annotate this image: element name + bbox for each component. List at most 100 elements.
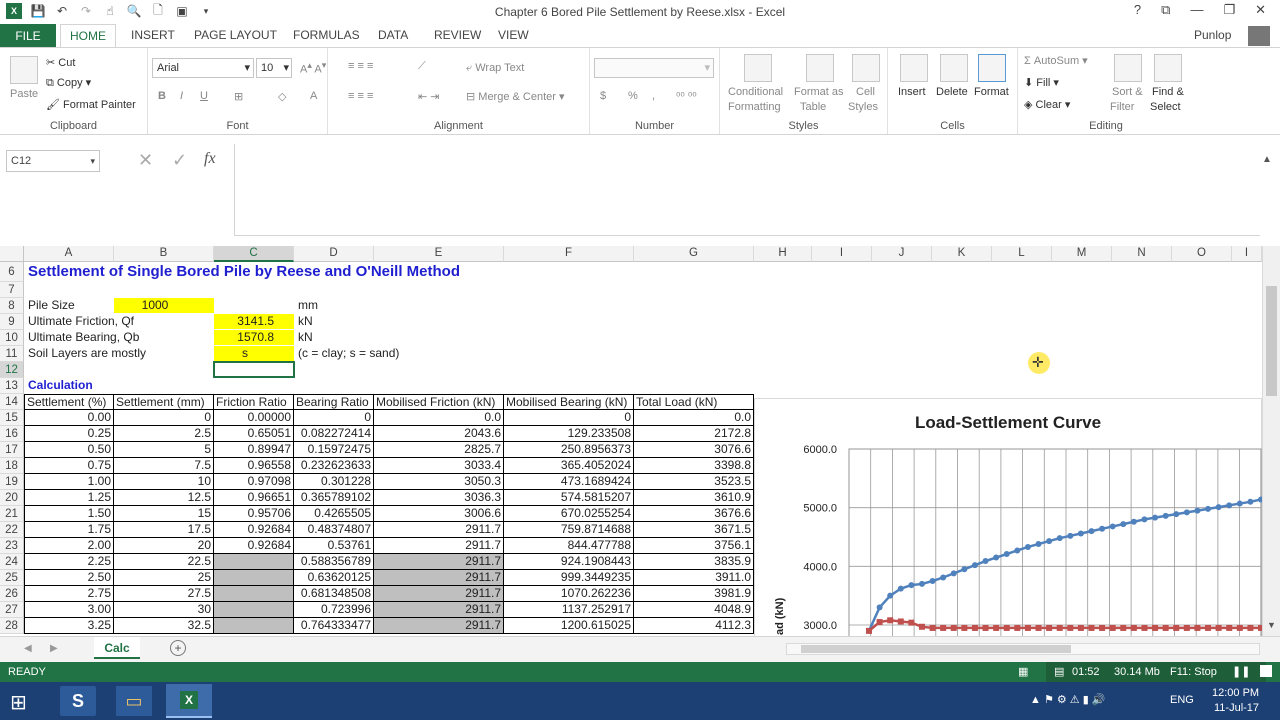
- cancel-icon[interactable]: ✕: [138, 150, 153, 171]
- table-cell-a[interactable]: 2.50: [24, 570, 114, 586]
- table-cell-a[interactable]: 2.75: [24, 586, 114, 602]
- table-cell-b[interactable]: 10: [114, 474, 214, 490]
- align-top-icon[interactable]: ≡ ≡ ≡: [348, 60, 373, 72]
- row-header[interactable]: 20: [0, 490, 24, 506]
- horizontal-scrollbar[interactable]: [786, 643, 1260, 655]
- table-cell-f[interactable]: 0: [504, 410, 634, 426]
- table-cell-b[interactable]: 5: [114, 442, 214, 458]
- table-cell-f[interactable]: 365.4052024: [504, 458, 634, 474]
- table-cell-c[interactable]: [214, 586, 294, 602]
- table-cell-g[interactable]: 3671.5: [634, 522, 754, 538]
- table-cell-g[interactable]: 3076.6: [634, 442, 754, 458]
- table-cell-c[interactable]: 0.65051: [214, 426, 294, 442]
- table-cell-g[interactable]: 3523.5: [634, 474, 754, 490]
- row-header[interactable]: 7: [0, 282, 24, 298]
- row-header[interactable]: 15: [0, 410, 24, 426]
- ribbon-display-button[interactable]: ⧉: [1161, 2, 1170, 18]
- sheet-tab-calc[interactable]: Calc: [94, 637, 140, 659]
- indent-icon[interactable]: ⇤ ⇥: [418, 90, 440, 103]
- tab-insert[interactable]: INSERT: [131, 28, 175, 42]
- pause-icon[interactable]: ❚❚: [1232, 665, 1250, 678]
- row-header[interactable]: 23: [0, 538, 24, 554]
- row-header[interactable]: 19: [0, 474, 24, 490]
- table-cell-e[interactable]: 2911.7: [374, 602, 504, 618]
- table-cell-f[interactable]: 250.8956373: [504, 442, 634, 458]
- orientation-icon[interactable]: ⟋: [418, 60, 426, 73]
- table-cell-a[interactable]: 0.50: [24, 442, 114, 458]
- table-cell-d[interactable]: 0.681348508: [294, 586, 374, 602]
- align-left-icon[interactable]: ≡ ≡ ≡: [348, 90, 373, 102]
- row-header[interactable]: 28: [0, 618, 24, 634]
- column-header[interactable]: O: [1172, 246, 1232, 262]
- table-cell-d[interactable]: 0.232623633: [294, 458, 374, 474]
- table-cell-d[interactable]: 0.365789102: [294, 490, 374, 506]
- table-cell-g[interactable]: 3610.9: [634, 490, 754, 506]
- clock-date[interactable]: 11-Jul-17: [1214, 702, 1259, 714]
- table-cell-g[interactable]: 0.0: [634, 410, 754, 426]
- row-header[interactable]: 25: [0, 570, 24, 586]
- table-cell-g[interactable]: 3835.9: [634, 554, 754, 570]
- column-header[interactable]: B: [114, 246, 214, 262]
- insert-button[interactable]: Insert: [898, 86, 926, 98]
- row-header[interactable]: 21: [0, 506, 24, 522]
- table-cell-g[interactable]: 3756.1: [634, 538, 754, 554]
- row-header[interactable]: 26: [0, 586, 24, 602]
- table-cell-b[interactable]: 12.5: [114, 490, 214, 506]
- borders-icon[interactable]: ⊞: [234, 90, 243, 103]
- table-cell-b[interactable]: 17.5: [114, 522, 214, 538]
- format-painter-button[interactable]: 🖌 Format Painter: [46, 98, 136, 111]
- tab-data[interactable]: DATA: [378, 28, 408, 42]
- italic-button[interactable]: I: [180, 90, 183, 102]
- wrap-text-button[interactable]: ⤶ Wrap Text: [466, 62, 524, 75]
- minimize-button[interactable]: —: [1190, 2, 1203, 18]
- table-cell-a[interactable]: 1.00: [24, 474, 114, 490]
- font-name-combo[interactable]: Arial ▾: [152, 58, 254, 78]
- bold-button[interactable]: B: [158, 90, 166, 102]
- paste-button[interactable]: Paste: [10, 88, 38, 100]
- row-header[interactable]: 16: [0, 426, 24, 442]
- currency-button[interactable]: $: [600, 90, 606, 102]
- table-cell-b[interactable]: 2.5: [114, 426, 214, 442]
- table-cell-e[interactable]: 2911.7: [374, 586, 504, 602]
- next-sheet-icon[interactable]: ▶: [50, 643, 58, 654]
- stop-icon[interactable]: [1260, 665, 1272, 677]
- table-cell-g[interactable]: 3398.8: [634, 458, 754, 474]
- row-header[interactable]: 6: [0, 262, 24, 282]
- row-header[interactable]: 14: [0, 394, 24, 410]
- windows-start-icon[interactable]: ⊞: [10, 690, 27, 715]
- table-cell-e[interactable]: 2911.7: [374, 554, 504, 570]
- table-cell-e[interactable]: 0.0: [374, 410, 504, 426]
- column-header[interactable]: J: [872, 246, 932, 262]
- table-cell-c[interactable]: 0.00000: [214, 410, 294, 426]
- table-cell-a[interactable]: 0.75: [24, 458, 114, 474]
- table-cell-c[interactable]: [214, 602, 294, 618]
- table-cell-c[interactable]: 0.92684: [214, 538, 294, 554]
- table-cell-d[interactable]: 0.588356789: [294, 554, 374, 570]
- table-cell-c[interactable]: 0.92684: [214, 522, 294, 538]
- table-cell-e[interactable]: 2911.7: [374, 522, 504, 538]
- table-cell-b[interactable]: 20: [114, 538, 214, 554]
- table-cell-a[interactable]: 0.25: [24, 426, 114, 442]
- column-header[interactable]: K: [932, 246, 992, 262]
- table-cell-a[interactable]: 2.00: [24, 538, 114, 554]
- table-cell-f[interactable]: 473.1689424: [504, 474, 634, 490]
- table-cell-f[interactable]: 129.233508: [504, 426, 634, 442]
- restore-button[interactable]: ❐: [1223, 2, 1235, 18]
- column-header[interactable]: N: [1112, 246, 1172, 262]
- grow-font-icon[interactable]: A▴ A▾: [300, 60, 326, 76]
- tray-icons[interactable]: ▲ ⚑ ⚙ ⚠ ▮ 🔊: [1030, 693, 1106, 706]
- column-header[interactable]: F: [504, 246, 634, 262]
- table-cell-a[interactable]: 3.25: [24, 618, 114, 634]
- tab-review[interactable]: REVIEW: [434, 28, 481, 42]
- row-header[interactable]: 10: [0, 330, 24, 346]
- table-cell-d[interactable]: 0.764333477: [294, 618, 374, 634]
- merge-center-button[interactable]: ⊟ Merge & Center ▾: [466, 90, 565, 103]
- table-cell-b[interactable]: 25: [114, 570, 214, 586]
- prev-sheet-icon[interactable]: ◀: [24, 643, 32, 654]
- decimal-icon[interactable]: ⁰⁰ ⁰⁰: [676, 90, 697, 103]
- row-header[interactable]: 27: [0, 602, 24, 618]
- table-cell-b[interactable]: 7.5: [114, 458, 214, 474]
- table-cell-d[interactable]: 0.15972475: [294, 442, 374, 458]
- collapse-formula-icon[interactable]: ▲: [1262, 154, 1272, 165]
- row-header[interactable]: 24: [0, 554, 24, 570]
